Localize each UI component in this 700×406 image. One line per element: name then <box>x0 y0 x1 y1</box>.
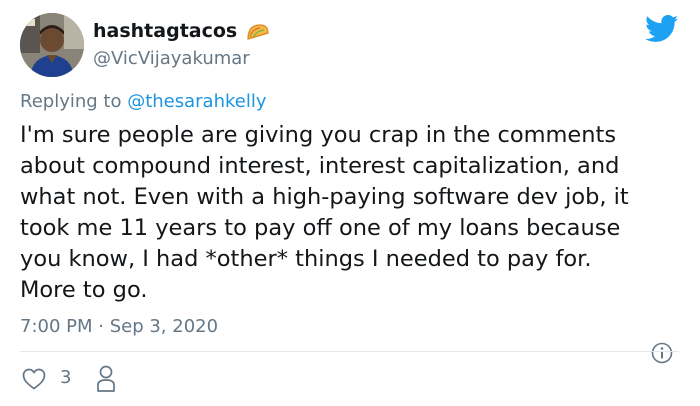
avatar-photo <box>20 13 84 77</box>
tweet-text: I'm sure people are giving you crap in t… <box>20 122 629 303</box>
divider <box>20 351 679 352</box>
profile-icon[interactable] <box>95 364 117 394</box>
like-count: 3 <box>60 367 72 388</box>
display-name[interactable]: hashtagtacos <box>93 20 237 42</box>
replying-to: Replying to @thesarahkelly <box>20 91 267 112</box>
avatar[interactable] <box>20 13 84 77</box>
tweet-card: hashtagtacos @VicVijayakumar Replying to… <box>0 0 700 406</box>
twitter-logo-icon[interactable] <box>645 15 679 43</box>
info-icon[interactable] <box>651 342 673 364</box>
tweet-timestamp[interactable]: 7:00 PM · Sep 3, 2020 <box>20 316 218 337</box>
heart-icon[interactable] <box>22 368 46 390</box>
replying-to-label: Replying to <box>20 91 128 112</box>
username[interactable]: @VicVijayakumar <box>93 48 250 69</box>
taco-icon <box>246 23 270 41</box>
reply-handle-link[interactable]: @thesarahkelly <box>127 91 266 112</box>
